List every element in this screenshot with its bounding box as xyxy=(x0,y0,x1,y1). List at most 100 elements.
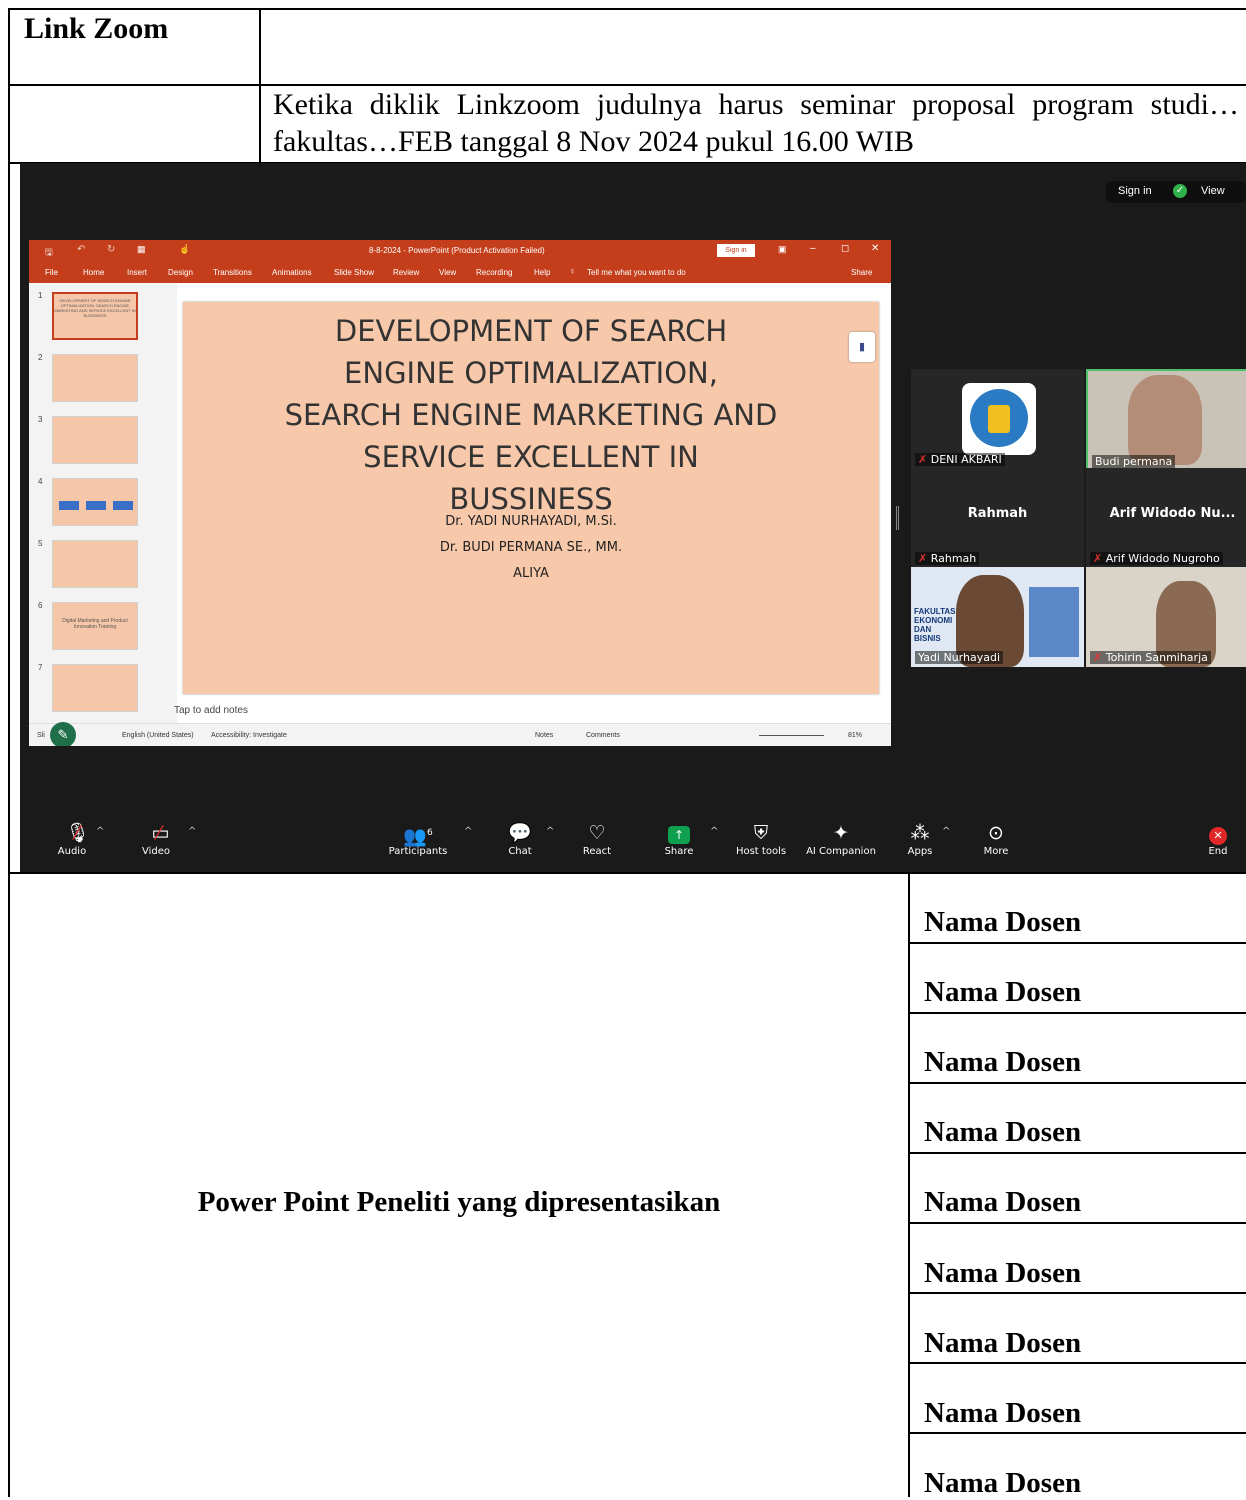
dosen-divider xyxy=(908,1292,1246,1294)
zoom-sign-in[interactable]: Sign in xyxy=(1118,185,1152,197)
menu-view[interactable]: View xyxy=(439,268,456,277)
heart-icon: ♡ xyxy=(588,822,606,844)
menu-slide-show[interactable]: Slide Show xyxy=(334,268,374,277)
slide-thumbnails-pane: 1 DEVELOPMENT OF SEARCH ENGINE OPTIMALIZ… xyxy=(29,283,177,723)
menu-home[interactable]: Home xyxy=(83,268,104,277)
chevron-up-icon[interactable]: ^ xyxy=(710,826,718,837)
thumbnail-slide-6[interactable]: Digital Marketing and Product Innovation… xyxy=(52,602,138,650)
participant-tile-yadi[interactable]: FAKULTAS EKONOMI DAN BISNIS Yadi Nurhaya… xyxy=(911,567,1084,667)
zoom-toolbar: 🎙⁄ Audio ^ ▭⁄ Video ^ 👥6 Participants ^ 💬 Ch… xyxy=(20,812,1246,872)
chevron-up-icon[interactable]: ^ xyxy=(464,826,472,837)
dosen-divider xyxy=(908,1012,1246,1014)
participant-label: ✗ Arif Widodo Nugroho xyxy=(1090,552,1223,565)
thumb-number: 6 xyxy=(38,601,43,610)
virtual-background-text: FAKULTAS EKONOMI DAN BISNIS xyxy=(914,607,956,643)
menu-insert[interactable]: Insert xyxy=(127,268,147,277)
table-border-col2 xyxy=(908,872,910,1497)
dosen-divider xyxy=(908,1152,1246,1154)
status-zoom[interactable]: 81% xyxy=(848,732,862,739)
present-icon[interactable]: ▦ xyxy=(137,244,146,255)
dosen-divider xyxy=(908,1082,1246,1084)
touch-icon[interactable]: ☝ xyxy=(179,244,190,255)
minimize-icon[interactable]: – xyxy=(810,243,816,254)
participant-label: Budi permana xyxy=(1092,455,1176,468)
thumbnail-slide-3[interactable] xyxy=(52,416,138,464)
share-button[interactable]: ↑ Share xyxy=(639,820,719,857)
participants-icon: 👥6 xyxy=(403,825,433,848)
participant-label: ✗ DENI AKBARI xyxy=(915,453,1005,466)
restore-icon[interactable]: ◻ xyxy=(841,243,849,254)
dosen-divider xyxy=(908,1222,1246,1224)
video-button[interactable]: ▭⁄ Video xyxy=(116,820,196,857)
ai-companion-button[interactable]: ✦ AI Companion xyxy=(800,820,882,857)
dosen-divider xyxy=(908,942,1246,944)
status-comments[interactable]: Comments xyxy=(586,732,620,739)
chevron-up-icon[interactable]: ^ xyxy=(96,826,104,837)
table-border-row3 xyxy=(8,872,1246,874)
react-button[interactable]: ♡ React xyxy=(557,820,637,857)
save-icon[interactable]: 🖫 xyxy=(45,245,53,261)
participant-tile-tohirin[interactable]: ✗ Tohirin Sanmiharja xyxy=(1086,567,1246,667)
zoom-view[interactable]: View xyxy=(1201,185,1225,197)
notes-placeholder[interactable]: Tap to add notes xyxy=(174,705,248,716)
thumbnail-slide-2[interactable] xyxy=(52,354,138,402)
lightbulb-icon: ♀ xyxy=(569,266,576,276)
thumbnail-slide-1[interactable]: DEVELOPMENT OF SEARCH ENGINE OPTIMALIZAT… xyxy=(52,292,138,340)
slide-author: ALIYA xyxy=(513,566,549,581)
menu-transitions[interactable]: Transitions xyxy=(213,268,252,277)
bookmark-icon[interactable]: ▮ xyxy=(849,332,875,362)
thumb-number: 7 xyxy=(38,663,43,672)
shield-check-icon: ✓ xyxy=(1173,184,1187,198)
sparkle-icon: ✦ xyxy=(833,822,849,844)
participants-button[interactable]: 👥6 Participants xyxy=(378,820,458,857)
menu-animations[interactable]: Animations xyxy=(272,268,312,277)
dosen-name: Nama Dosen xyxy=(924,1327,1082,1359)
dosen-name: Nama Dosen xyxy=(924,1467,1082,1499)
close-icon[interactable]: ✕ xyxy=(871,243,879,254)
tell-me-search[interactable]: Tell me what you want to do xyxy=(587,268,686,277)
more-button[interactable]: ⊙ More xyxy=(956,820,1036,857)
powerpoint-window: 🖫 ↶ ↻ ▦ ☝ 8-8-2024 - PowerPoint (Product… xyxy=(29,240,891,746)
participant-tile-deni[interactable]: ✗ DENI AKBARI xyxy=(911,369,1084,469)
ppt-window-title: 8-8-2024 - PowerPoint (Product Activatio… xyxy=(369,246,545,255)
thumbnail-slide-5[interactable] xyxy=(52,540,138,588)
status-notes[interactable]: Notes xyxy=(535,732,553,739)
menu-help[interactable]: Help xyxy=(534,268,550,277)
dosen-name: Nama Dosen xyxy=(924,1116,1082,1148)
slide-author: Dr. YADI NURHAYADI, M.Si. xyxy=(445,514,617,529)
chevron-up-icon[interactable]: ^ xyxy=(546,826,554,837)
participant-tile-arif[interactable]: Arif Widodo Nu... ✗ Arif Widodo Nugroho xyxy=(1086,468,1246,568)
thumb6-text: Digital Marketing and Product Innovation… xyxy=(62,618,128,630)
dosen-name: Nama Dosen xyxy=(924,1186,1082,1218)
pen-icon[interactable]: ✎ xyxy=(50,722,76,746)
ppt-sign-in-button[interactable]: Sign in xyxy=(717,244,755,257)
participant-tile-budi[interactable]: Budi permana xyxy=(1086,369,1246,473)
menu-file[interactable]: File xyxy=(45,268,58,277)
table-border-col xyxy=(259,8,261,163)
participant-video xyxy=(1128,375,1202,465)
redo-icon[interactable]: ↻ xyxy=(107,244,115,255)
thumb-number: 5 xyxy=(38,539,43,548)
status-accessibility[interactable]: Accessibility: Investigate xyxy=(211,732,287,739)
zoom-slider[interactable] xyxy=(759,735,824,736)
undo-icon[interactable]: ↶ xyxy=(77,244,85,255)
chevron-up-icon[interactable]: ^ xyxy=(942,826,950,837)
ribbon-display-icon[interactable]: ▣ xyxy=(778,244,787,255)
slide-author: Dr. BUDI PERMANA SE., MM. xyxy=(439,540,623,555)
host-tools-button[interactable]: ⛨ Host tools xyxy=(721,820,801,857)
ppt-title-bar: 🖫 ↶ ↻ ▦ ☝ 8-8-2024 - PowerPoint (Product… xyxy=(29,240,891,261)
thumbnail-slide-7[interactable] xyxy=(52,664,138,712)
ppt-share-button[interactable]: Share xyxy=(851,268,872,277)
end-button[interactable]: ✕ End xyxy=(1188,820,1246,857)
menu-design[interactable]: Design xyxy=(168,268,193,277)
menu-recording[interactable]: Recording xyxy=(476,268,512,277)
panel-splitter[interactable] xyxy=(896,506,899,530)
thumbnail-slide-4[interactable] xyxy=(52,478,138,526)
status-language[interactable]: English (United States) xyxy=(122,732,194,739)
participant-tile-rahmah[interactable]: Rahmah ✗ Rahmah xyxy=(911,468,1084,568)
zoom-screenshot: Sign in ✓ View 🖫 ↶ ↻ ▦ ☝ 8-8-2024 - Powe… xyxy=(20,163,1246,872)
end-icon: ✕ xyxy=(1188,820,1246,846)
chevron-up-icon[interactable]: ^ xyxy=(188,826,196,837)
menu-review[interactable]: Review xyxy=(393,268,419,277)
building-graphic xyxy=(1029,587,1079,657)
